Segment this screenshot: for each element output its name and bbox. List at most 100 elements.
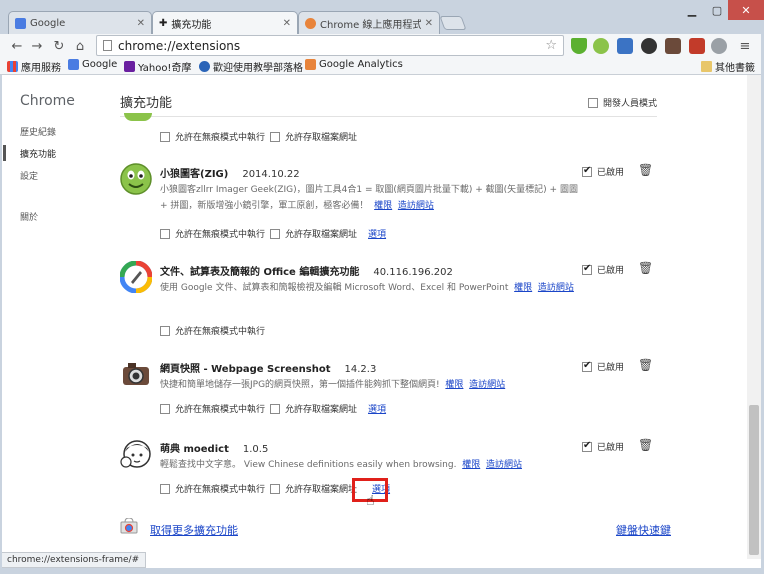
translate-extension-icon[interactable] <box>617 38 633 54</box>
bookmark-yahoo[interactable]: Yahoo!奇摩 <box>124 59 191 74</box>
bookmark-star-icon[interactable]: ☆ <box>545 38 557 53</box>
keyboard-shortcuts-link[interactable]: 鍵盤快速鍵 <box>616 522 671 538</box>
sidebar-title: Chrome <box>20 93 75 109</box>
enable-toggle[interactable]: 已啟用 <box>582 165 624 178</box>
forward-button[interactable]: → <box>28 37 46 55</box>
visit-website-link[interactable]: 造訪網站 <box>398 201 434 211</box>
trash-icon[interactable]: 🗑 <box>638 261 653 275</box>
sidebar-item-extensions[interactable]: 擴充功能 <box>20 147 56 160</box>
tab-label: Google <box>30 17 66 29</box>
developer-mode-label: 開發人員模式 <box>603 99 658 109</box>
new-tab-button[interactable] <box>439 16 467 30</box>
tab-google[interactable]: Google ✕ <box>8 11 152 34</box>
sidebar-item-settings[interactable]: 設定 <box>20 169 38 182</box>
bookmarks-bar: 應用服務 Google Yahoo!奇摩 歡迎使用教學部落格 Google An… <box>0 58 764 75</box>
allow-incognito-checkbox[interactable] <box>160 483 170 494</box>
page-title: 擴充功能 <box>120 96 173 111</box>
permissions-link[interactable]: 權限 <box>445 380 463 390</box>
extension-title: 文件、試算表及簡報的 Office 編輯擴充功能 <box>160 267 360 278</box>
hand-cursor-icon: ☝ <box>366 493 375 509</box>
scrollbar-thumb[interactable] <box>749 405 759 555</box>
extension-options-row: 允許在無痕模式中執行 <box>160 324 265 337</box>
extension-description: 輕鬆查找中文字意。 View Chinese definitions easil… <box>160 457 580 473</box>
zig-logo <box>120 163 152 195</box>
allow-file-urls-checkbox[interactable] <box>270 131 281 142</box>
analytics-icon <box>305 59 316 70</box>
tab-extensions[interactable]: ✚ 擴充功能 ✕ <box>152 11 298 35</box>
extension-options-row: 允許在無痕模式中執行 允許存取檔案網址 選項 <box>160 402 386 415</box>
menu-icon[interactable]: ≡ <box>736 37 754 55</box>
sidebar-item-about[interactable]: 關於 <box>20 210 38 223</box>
enabled-checkbox[interactable] <box>582 440 592 452</box>
folder-icon <box>701 61 712 72</box>
download-extension-icon[interactable] <box>711 38 727 54</box>
bookmark-other[interactable]: 其他書籤 <box>701 59 755 74</box>
tab-close-icon[interactable]: ✕ <box>425 18 433 29</box>
allow-file-urls-checkbox[interactable] <box>270 483 281 494</box>
extension-name: 文件、試算表及簡報的 Office 編輯擴充功能 40.116.196.202 <box>160 263 453 278</box>
tab-chrome-web-store[interactable]: Chrome 線上應用程式商店 ✕ <box>298 11 440 34</box>
paint-extension-icon[interactable] <box>641 38 657 54</box>
permissions-link[interactable]: 權限 <box>374 201 392 211</box>
bookmark-analytics[interactable]: Google Analytics <box>305 59 403 70</box>
web-store-icon <box>120 518 138 534</box>
trash-icon[interactable]: 🗑 <box>638 163 653 177</box>
zig-extension-icon[interactable] <box>593 38 609 54</box>
extension-version: 14.2.3 <box>344 364 377 375</box>
tab-close-icon[interactable]: ✕ <box>283 18 291 29</box>
book-extension-icon[interactable] <box>689 38 705 54</box>
visit-website-link[interactable]: 造訪網站 <box>486 460 522 470</box>
allow-incognito-checkbox[interactable] <box>160 131 170 142</box>
allow-file-urls-checkbox[interactable] <box>270 403 281 414</box>
enable-toggle[interactable]: 已啟用 <box>582 263 624 276</box>
reload-button[interactable]: ↻ <box>50 37 68 55</box>
status-bar: chrome://extensions-frame/# <box>0 552 147 568</box>
camera-extension-icon[interactable] <box>665 38 681 54</box>
permissions-link[interactable]: 權限 <box>514 283 532 293</box>
developer-mode-toggle[interactable]: 開發人員模式 <box>588 96 657 109</box>
extension-title: 網頁快照 - Webpage Screenshot <box>160 364 331 375</box>
home-button[interactable]: ⌂ <box>71 37 89 55</box>
enabled-checkbox[interactable] <box>582 263 592 275</box>
enable-toggle[interactable]: 已啟用 <box>582 360 624 373</box>
allow-incognito-checkbox[interactable] <box>160 403 170 414</box>
allow-file-urls-checkbox[interactable] <box>270 228 281 239</box>
allow-incognito-checkbox[interactable] <box>160 325 170 336</box>
bookmark-blog[interactable]: 歡迎使用教學部落格 <box>199 59 303 74</box>
maximize-button[interactable]: ▢ <box>706 0 728 20</box>
extension-version: 1.0.5 <box>242 444 269 455</box>
trash-icon[interactable]: 🗑 <box>638 358 653 372</box>
page-scrollbar[interactable] <box>747 75 761 559</box>
shield-extension-icon[interactable] <box>571 38 587 54</box>
options-link[interactable]: 選項 <box>368 402 386 415</box>
trash-icon[interactable]: 🗑 <box>638 438 653 452</box>
allow-file-urls-label: 允許存取檔案網址 <box>285 485 358 495</box>
address-bar[interactable]: chrome://extensions ☆ <box>96 35 564 56</box>
enabled-checkbox[interactable] <box>582 360 592 372</box>
extension-name: 小狼圖客(ZIG) 2014.10.22 <box>160 165 300 180</box>
allow-file-urls-label: 允許存取檔案網址 <box>285 405 358 415</box>
allow-file-urls-label: 允許存取檔案網址 <box>285 133 358 143</box>
extension-name: 萌典 moedict 1.0.5 <box>160 440 268 455</box>
get-more-extensions-link[interactable]: 取得更多擴充功能 <box>150 522 238 538</box>
description-text: 使用 Google 文件、試算表和簡報檢視及編輯 Microsoft Word、… <box>160 283 509 293</box>
developer-mode-checkbox[interactable] <box>588 97 598 108</box>
bookmark-label: 應用服務 <box>21 63 61 74</box>
visit-website-link[interactable]: 造訪網站 <box>538 283 574 293</box>
visit-website-link[interactable]: 造訪網站 <box>469 380 505 390</box>
allow-incognito-checkbox[interactable] <box>160 228 170 239</box>
bookmark-label: Yahoo!奇摩 <box>138 63 192 74</box>
enable-toggle[interactable]: 已啟用 <box>582 440 624 453</box>
permissions-link[interactable]: 權限 <box>462 460 480 470</box>
close-window-button[interactable]: ✕ <box>728 0 764 20</box>
bookmark-apps[interactable]: 應用服務 <box>7 59 61 74</box>
yahoo-icon <box>124 61 135 72</box>
tab-close-icon[interactable]: ✕ <box>137 18 145 29</box>
tab-label: Chrome 線上應用程式商店 <box>320 19 421 31</box>
back-button[interactable]: ← <box>8 37 26 55</box>
bookmark-google[interactable]: Google <box>68 59 117 70</box>
enabled-checkbox[interactable] <box>582 165 592 177</box>
minimize-button[interactable]: ▁ <box>680 0 704 20</box>
options-link[interactable]: 選項 <box>368 227 386 240</box>
sidebar-item-history[interactable]: 歷史紀錄 <box>20 125 56 138</box>
